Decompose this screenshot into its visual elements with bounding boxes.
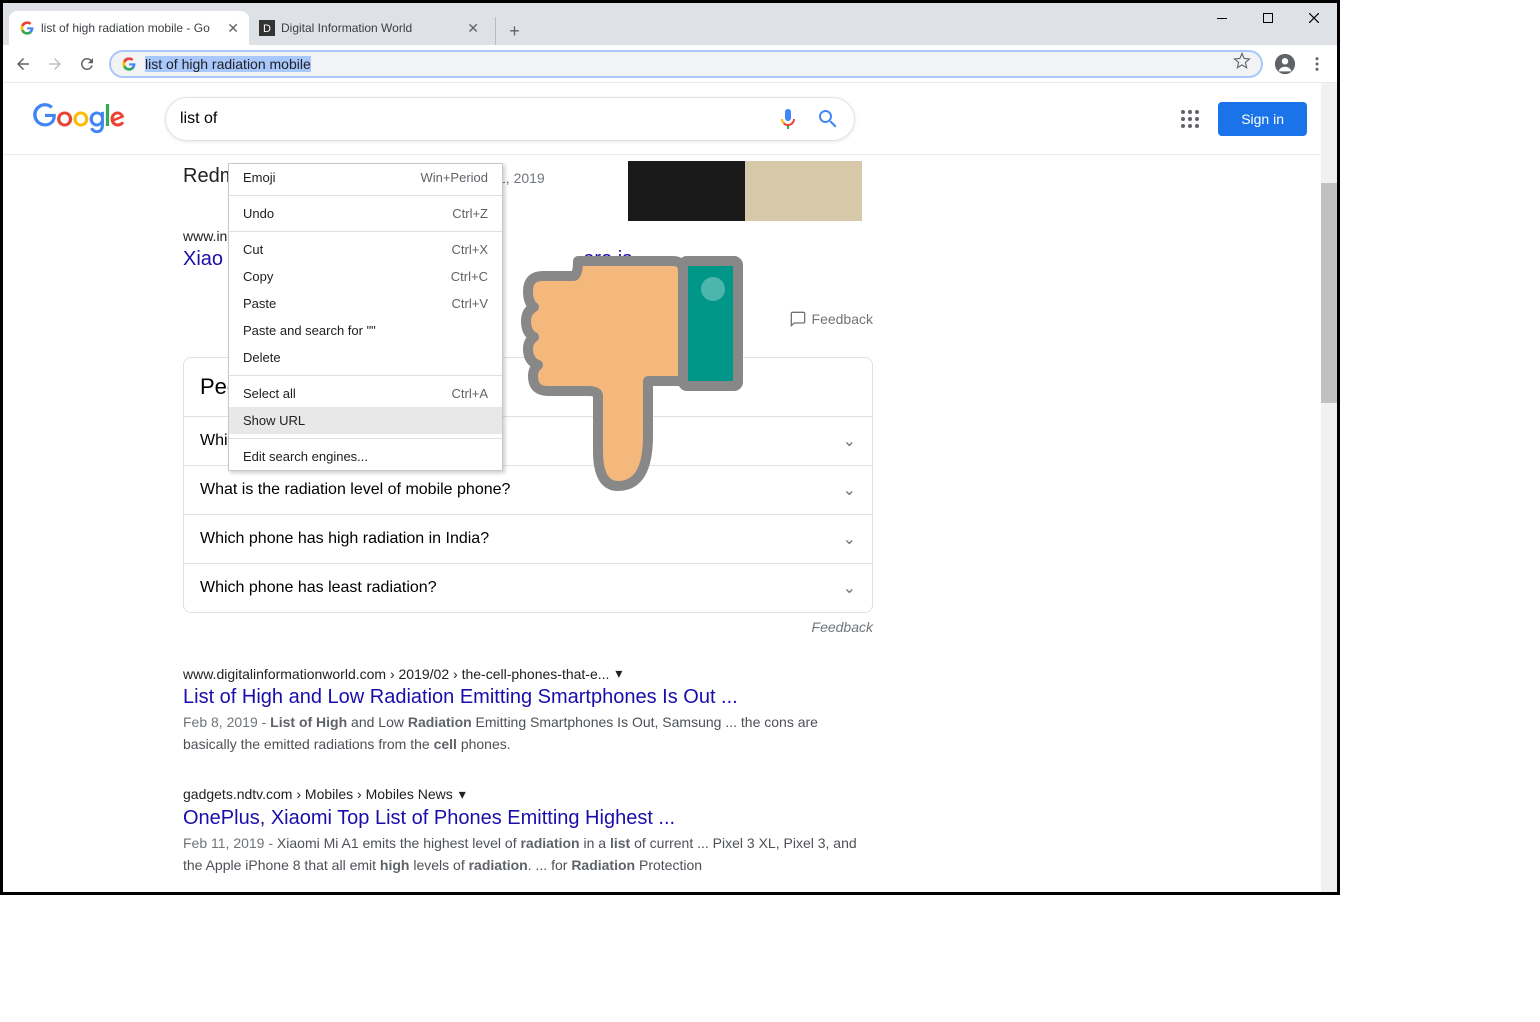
browser-menu-button[interactable] <box>1303 50 1331 78</box>
tab-close-button[interactable]: ✕ <box>467 20 479 37</box>
ctx-menu-item[interactable]: Paste and search for "" <box>229 317 502 344</box>
context-menu: EmojiWin+Period UndoCtrl+Z CutCtrl+XCopyCt… <box>228 163 503 471</box>
new-tab-button[interactable]: + <box>495 17 523 45</box>
thumbs-down-icon <box>518 241 753 511</box>
star-icon[interactable] <box>1233 52 1251 75</box>
maximize-button[interactable] <box>1245 3 1291 33</box>
result-title[interactable]: List of High and Low Radiation Emitting … <box>183 686 873 709</box>
profile-button[interactable] <box>1271 50 1299 78</box>
close-icon <box>1309 13 1319 23</box>
signin-button[interactable]: Sign in <box>1218 102 1307 136</box>
reload-icon <box>78 55 96 73</box>
tab-close-button[interactable]: ✕ <box>227 20 239 37</box>
search-icon[interactable] <box>816 107 840 131</box>
arrow-left-icon <box>14 55 32 73</box>
feedback-icon <box>790 311 806 327</box>
video-thumbnail[interactable] <box>628 161 862 221</box>
scrollbar-thumb[interactable] <box>1321 183 1337 403</box>
ctx-menu-item[interactable]: Edit search engines... <box>229 443 502 470</box>
paa-item[interactable]: Which phone has least radiation?⌄ <box>184 563 872 612</box>
result-snippet: Feb 11, 2019 - Xiaomi Mi A1 emits the hi… <box>183 833 873 877</box>
maximize-icon <box>1263 13 1273 23</box>
caret-down-icon[interactable]: ▾ <box>459 786 466 803</box>
ctx-menu-item[interactable]: Select allCtrl+A <box>229 380 502 407</box>
tab-title: Digital Information World <box>281 21 461 35</box>
google-favicon-icon <box>121 56 137 72</box>
ctx-menu-item[interactable]: EmojiWin+Period <box>229 164 502 191</box>
ctx-menu-item[interactable]: CutCtrl+X <box>229 236 502 263</box>
mic-icon[interactable] <box>776 107 800 131</box>
result-url[interactable]: gadgets.ndtv.com › Mobiles › Mobiles New… <box>183 786 873 803</box>
search-result: www.digitalinformationworld.com › 2019/0… <box>183 665 873 756</box>
chevron-down-icon: ⌄ <box>843 529 856 549</box>
forward-button[interactable] <box>41 50 69 78</box>
caret-down-icon[interactable]: ▾ <box>615 665 622 682</box>
apps-grid-icon[interactable] <box>1178 107 1202 131</box>
google-logo[interactable] <box>33 103 125 134</box>
ctx-menu-item[interactable]: CopyCtrl+C <box>229 263 502 290</box>
address-bar[interactable]: list of high radiation mobile <box>109 50 1263 78</box>
google-favicon-icon <box>19 20 35 36</box>
video-date: 1, 2019 <box>498 170 545 186</box>
reload-button[interactable] <box>73 50 101 78</box>
close-window-button[interactable] <box>1291 3 1337 33</box>
ctx-menu-item[interactable]: PasteCtrl+V <box>229 290 502 317</box>
omnibox-text: list of high radiation mobile <box>145 56 311 72</box>
feedback-link[interactable]: Feedback <box>183 619 873 635</box>
tab-title: list of high radiation mobile - Go <box>41 21 221 35</box>
result-snippet: Feb 8, 2019 - List of High and Low Radia… <box>183 712 873 756</box>
google-header: Sign in <box>3 83 1337 155</box>
google-search-box[interactable] <box>165 97 855 141</box>
tab-active[interactable]: list of high radiation mobile - Go ✕ <box>9 11 249 45</box>
ctx-menu-item[interactable]: UndoCtrl+Z <box>229 200 502 227</box>
result-url[interactable]: www.digitalinformationworld.com › 2019/0… <box>183 665 873 682</box>
svg-text:D: D <box>263 23 271 35</box>
diw-favicon-icon: D <box>259 20 275 36</box>
chevron-down-icon: ⌄ <box>843 578 856 598</box>
ctx-menu-item[interactable]: Delete <box>229 344 502 371</box>
user-circle-icon <box>1274 53 1296 75</box>
scrollbar[interactable] <box>1321 83 1337 892</box>
search-result: gadgets.ndtv.com › Mobiles › Mobiles New… <box>183 786 873 877</box>
tab-strip: list of high radiation mobile - Go ✕ D D… <box>3 3 1337 45</box>
page-content: Sign in 1, 2019 Redm www.in Xiaomi A1 to… <box>3 83 1337 892</box>
paa-item[interactable]: Which phone has high radiation in India?… <box>184 514 872 563</box>
minimize-icon <box>1217 18 1227 19</box>
search-input[interactable] <box>180 110 776 128</box>
window-controls <box>1199 3 1337 33</box>
kebab-icon <box>1308 55 1326 73</box>
ctx-menu-item[interactable]: Show URL <box>229 407 502 434</box>
minimize-button[interactable] <box>1199 3 1245 33</box>
result-title[interactable]: OnePlus, Xiaomi Top List of Phones Emitt… <box>183 807 873 830</box>
chevron-down-icon: ⌄ <box>843 431 856 451</box>
back-button[interactable] <box>9 50 37 78</box>
browser-toolbar: list of high radiation mobile <box>3 45 1337 83</box>
tab-inactive[interactable]: D Digital Information World ✕ <box>249 11 489 45</box>
chevron-down-icon: ⌄ <box>843 480 856 500</box>
arrow-right-icon <box>46 55 64 73</box>
